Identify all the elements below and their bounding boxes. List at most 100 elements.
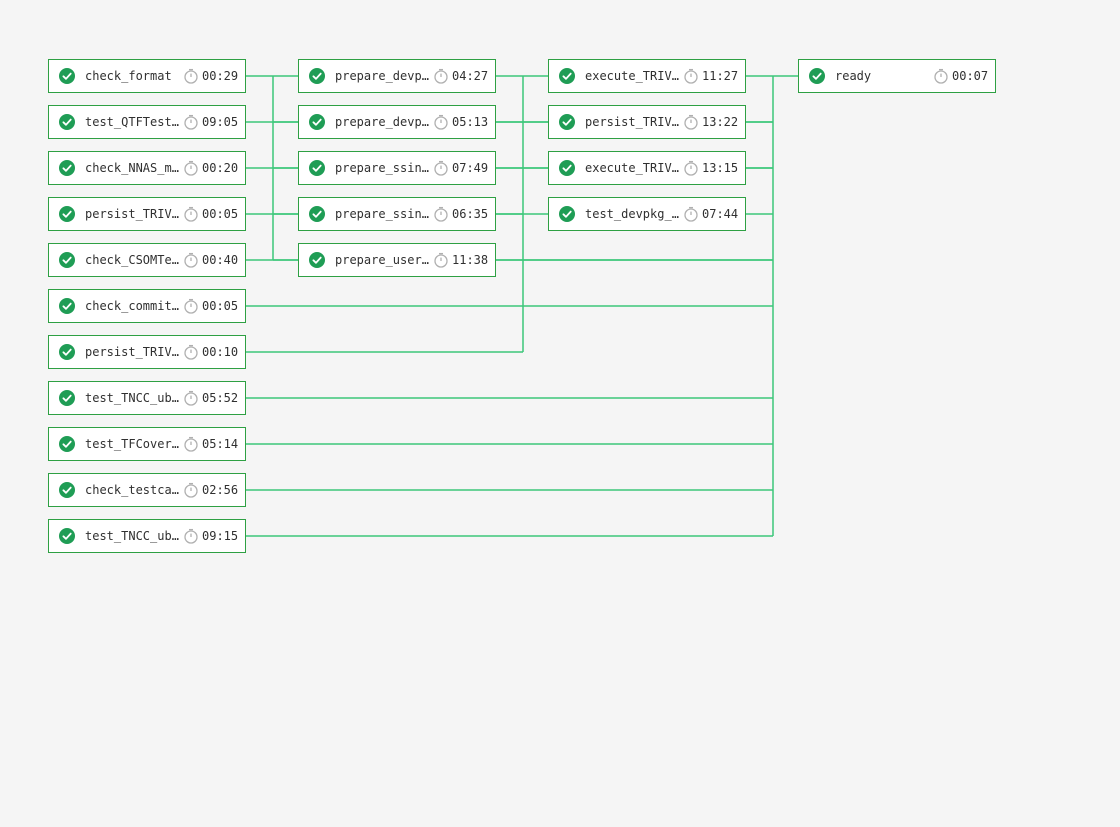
job-card[interactable]: persist_TRIV… 13:22: [548, 105, 746, 139]
stopwatch-icon: [183, 344, 199, 360]
check-circle-icon: [559, 114, 575, 130]
check-circle-icon: [559, 160, 575, 176]
stopwatch-icon: [183, 298, 199, 314]
stopwatch-icon: [183, 528, 199, 544]
job-card[interactable]: test_TNCC_ub… 09:15: [48, 519, 246, 553]
job-card[interactable]: check_commit… 00:05: [48, 289, 246, 323]
job-card[interactable]: execute_TRIV… 13:15: [548, 151, 746, 185]
job-card[interactable]: check_CSOMTe… 00:40: [48, 243, 246, 277]
job-duration: 00:07: [952, 69, 989, 83]
check-circle-icon: [59, 160, 75, 176]
job-card[interactable]: test_devpkg_… 07:44: [548, 197, 746, 231]
job-card[interactable]: ready 00:07: [798, 59, 996, 93]
job-duration: 09:15: [202, 529, 239, 543]
job-duration: 04:27: [452, 69, 489, 83]
job-name: test_devpkg_…: [585, 207, 679, 221]
job-duration: 00:20: [202, 161, 239, 175]
stopwatch-icon: [183, 252, 199, 268]
job-name: check_CSOMTe…: [85, 253, 179, 267]
stopwatch-icon: [183, 390, 199, 406]
job-name: execute_TRIV…: [585, 161, 679, 175]
check-circle-icon: [559, 206, 575, 222]
job-name: persist_TRIV…: [85, 345, 179, 359]
stopwatch-icon: [683, 206, 699, 222]
job-duration: 00:10: [202, 345, 239, 359]
job-name: prepare_devp…: [335, 115, 429, 129]
check-circle-icon: [309, 114, 325, 130]
job-card[interactable]: persist_TRIV… 00:10: [48, 335, 246, 369]
job-name: test_TNCC_ub…: [85, 391, 179, 405]
check-circle-icon: [309, 206, 325, 222]
stopwatch-icon: [433, 206, 449, 222]
job-card[interactable]: prepare_user… 11:38: [298, 243, 496, 277]
job-name: persist_TRIV…: [585, 115, 679, 129]
stopwatch-icon: [433, 160, 449, 176]
check-circle-icon: [559, 68, 575, 84]
job-name: prepare_ssin…: [335, 161, 429, 175]
job-name: execute_TRIV…: [585, 69, 679, 83]
job-name: check_testca…: [85, 483, 179, 497]
job-duration: 02:56: [202, 483, 239, 497]
check-circle-icon: [59, 528, 75, 544]
check-circle-icon: [809, 68, 825, 84]
stopwatch-icon: [683, 68, 699, 84]
job-card[interactable]: test_QTFTest… 09:05: [48, 105, 246, 139]
stopwatch-icon: [933, 68, 949, 84]
job-duration: 00:05: [202, 207, 239, 221]
check-circle-icon: [59, 252, 75, 268]
job-duration: 13:22: [702, 115, 739, 129]
job-card[interactable]: check_testca… 02:56: [48, 473, 246, 507]
check-circle-icon: [309, 68, 325, 84]
job-name: ready: [835, 69, 872, 83]
check-circle-icon: [59, 206, 75, 222]
job-name: check_format: [85, 69, 172, 83]
job-card[interactable]: prepare_ssin… 07:49: [298, 151, 496, 185]
job-card[interactable]: prepare_devp… 04:27: [298, 59, 496, 93]
check-circle-icon: [59, 344, 75, 360]
stopwatch-icon: [183, 482, 199, 498]
job-name: test_TNCC_ub…: [85, 529, 179, 543]
stopwatch-icon: [183, 114, 199, 130]
job-duration: 05:52: [202, 391, 239, 405]
job-duration: 07:44: [702, 207, 739, 221]
stopwatch-icon: [183, 160, 199, 176]
job-duration: 13:15: [702, 161, 739, 175]
stopwatch-icon: [433, 114, 449, 130]
stopwatch-icon: [433, 252, 449, 268]
job-duration: 00:29: [202, 69, 239, 83]
job-duration: 06:35: [452, 207, 489, 221]
job-name: test_TFCover…: [85, 437, 179, 451]
stopwatch-icon: [183, 68, 199, 84]
job-duration: 07:49: [452, 161, 489, 175]
job-card[interactable]: persist_TRIV… 00:05: [48, 197, 246, 231]
job-card[interactable]: check_format 00:29: [48, 59, 246, 93]
job-duration: 05:13: [452, 115, 489, 129]
check-circle-icon: [59, 114, 75, 130]
check-circle-icon: [59, 482, 75, 498]
job-card[interactable]: prepare_ssin… 06:35: [298, 197, 496, 231]
job-duration: 11:27: [702, 69, 739, 83]
job-duration: 09:05: [202, 115, 239, 129]
job-card[interactable]: test_TNCC_ub… 05:52: [48, 381, 246, 415]
stopwatch-icon: [433, 68, 449, 84]
job-duration: 11:38: [452, 253, 489, 267]
check-circle-icon: [59, 390, 75, 406]
job-name: check_NNAS_m…: [85, 161, 179, 175]
job-card[interactable]: execute_TRIV… 11:27: [548, 59, 746, 93]
job-duration: 00:05: [202, 299, 239, 313]
stopwatch-icon: [683, 160, 699, 176]
job-name: persist_TRIV…: [85, 207, 179, 221]
check-circle-icon: [59, 68, 75, 84]
check-circle-icon: [309, 252, 325, 268]
check-circle-icon: [309, 160, 325, 176]
stopwatch-icon: [183, 206, 199, 222]
job-card[interactable]: prepare_devp… 05:13: [298, 105, 496, 139]
job-name: test_QTFTest…: [85, 115, 179, 129]
check-circle-icon: [59, 436, 75, 452]
job-duration: 05:14: [202, 437, 239, 451]
job-card[interactable]: check_NNAS_m… 00:20: [48, 151, 246, 185]
pipeline-graph: check_format 00:29 test_QTFTest… 09:05 check…: [0, 0, 1120, 827]
job-name: prepare_ssin…: [335, 207, 429, 221]
job-card[interactable]: test_TFCover… 05:14: [48, 427, 246, 461]
job-name: check_commit…: [85, 299, 179, 313]
